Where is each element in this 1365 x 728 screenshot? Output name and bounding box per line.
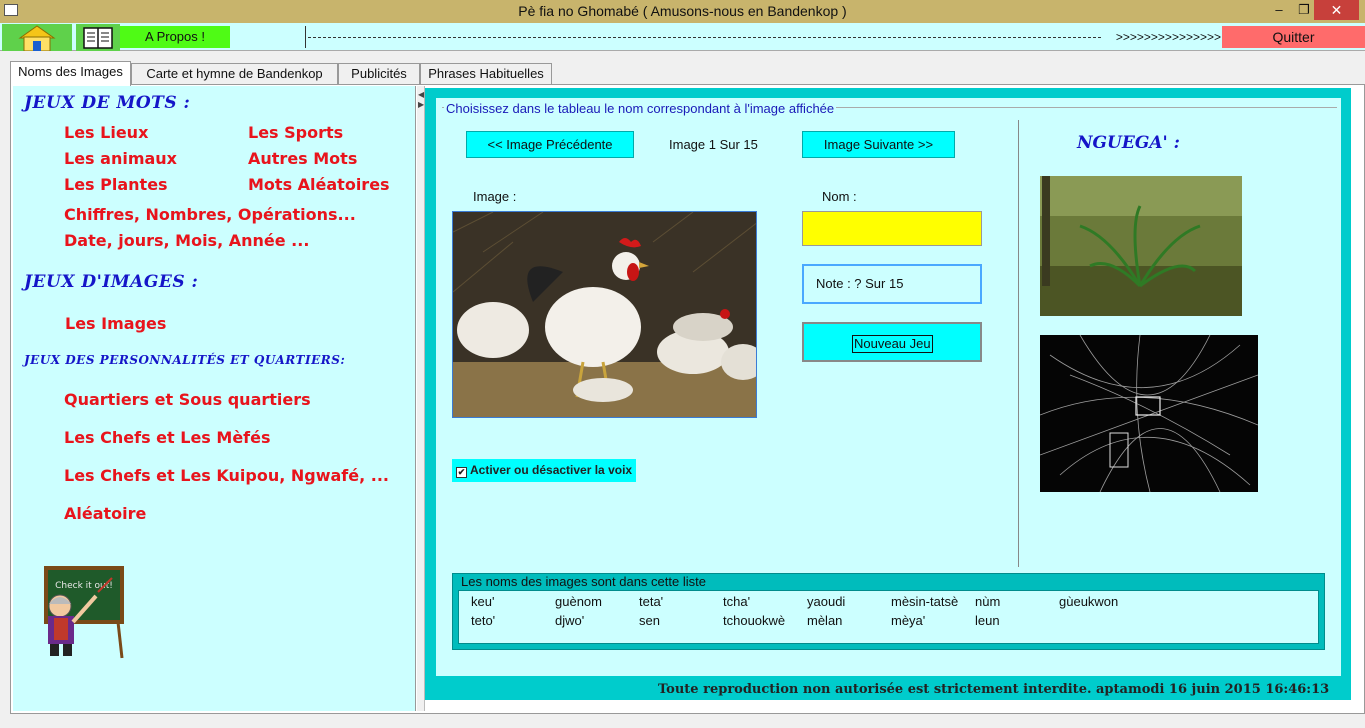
link-date[interactable]: Date, jours, Mois, Année ... — [64, 231, 309, 250]
jeux-images-heading: JEUX D'IMAGES : — [24, 272, 199, 292]
home-button[interactable] — [2, 24, 72, 52]
tab-publicites[interactable]: Publicités — [338, 63, 420, 85]
splitter-arrow-icon: ◀ — [418, 90, 425, 99]
vertical-divider — [1018, 120, 1019, 567]
image-counter: Image 1 Sur 15 — [669, 137, 758, 152]
splitter-arrow-icon: ▶ — [418, 100, 425, 109]
new-game-button[interactable]: Nouveau Jeu — [802, 322, 982, 362]
voice-toggle[interactable]: ✔ Activer ou désactiver la voix — [452, 459, 636, 482]
word-list-legend: Les noms des images sont dans cette list… — [459, 574, 708, 589]
tab-noms-images[interactable]: Noms des Images — [10, 61, 131, 86]
marquee-line — [308, 37, 1101, 38]
link-les-animaux[interactable]: Les animaux — [64, 149, 177, 168]
word-item[interactable]: guènom — [555, 594, 602, 609]
word-item[interactable]: sen — [639, 613, 660, 628]
word-item[interactable]: tchouokwè — [723, 613, 785, 628]
personnalites-heading: JEUX DES PERSONNALITÉS ET QUARTIERS: — [24, 353, 346, 367]
fern-image — [1040, 176, 1242, 316]
word-item[interactable]: gùeukwon — [1059, 594, 1118, 609]
fractal-image — [1040, 335, 1258, 492]
voice-toggle-label: Activer ou désactiver la voix — [470, 463, 633, 477]
book-button[interactable] — [76, 24, 120, 51]
link-autres-mots[interactable]: Autres Mots — [248, 149, 357, 168]
toolbar: A Propos ! >>>>>>>>>>>>>>> Quitter — [0, 23, 1365, 52]
copyright-footer: Toute reproduction non autorisée est str… — [658, 682, 1330, 697]
word-item[interactable]: nùm — [975, 594, 1000, 609]
jeux-mots-heading: JEUX DE MOTS : — [24, 93, 191, 113]
link-les-lieux[interactable]: Les Lieux — [64, 123, 148, 142]
window-title: Pè fia no Ghomabé ( Amusons-nous en Band… — [518, 3, 847, 19]
nguega-heading: NGUEGA' : — [1077, 133, 1180, 153]
title-bar: Pè fia no Ghomabé ( Amusons-nous en Band… — [0, 0, 1365, 23]
link-quartiers[interactable]: Quartiers et Sous quartiers — [64, 390, 311, 409]
score-note: Note : ? Sur 15 — [802, 264, 982, 304]
name-answer-field[interactable] — [802, 211, 982, 246]
marquee-arrows: >>>>>>>>>>>>>>> — [1115, 30, 1221, 44]
image-label: Image : — [473, 189, 517, 204]
word-item[interactable]: teto' — [471, 613, 495, 628]
new-game-label: Nouveau Jeu — [852, 335, 933, 353]
home-icon — [18, 25, 56, 52]
word-item[interactable]: tcha' — [723, 594, 750, 609]
word-item[interactable]: yaoudi — [807, 594, 845, 609]
word-item[interactable]: leun — [975, 613, 1000, 628]
link-chefs-mefes[interactable]: Les Chefs et Les Mèfés — [64, 428, 271, 447]
checkbox-check-icon[interactable]: ✔ — [456, 467, 467, 478]
minimize-button[interactable]: – — [1266, 0, 1292, 20]
book-icon — [83, 27, 113, 49]
link-chefs-kuipou[interactable]: Les Chefs et Les Kuipou, Ngwafé, ... — [64, 466, 389, 485]
link-les-images[interactable]: Les Images — [65, 314, 166, 333]
rooster-photo — [452, 211, 757, 418]
tab-phrases-habituelles[interactable]: Phrases Habituelles — [420, 63, 552, 85]
word-item[interactable]: keu' — [471, 594, 494, 609]
word-item[interactable]: mèsin-tatsè — [891, 594, 958, 609]
word-item[interactable]: mèya' — [891, 613, 925, 628]
tab-carte-hymne[interactable]: Carte et hymne de Bandenkop — [131, 63, 338, 85]
marquee-banner: >>>>>>>>>>>>>>> — [305, 26, 1223, 48]
link-aleatoire[interactable]: Aléatoire — [64, 504, 146, 523]
sidebar: JEUX DE MOTS : Les Lieux Les Sports Les … — [13, 86, 416, 711]
name-label: Nom : — [822, 189, 857, 204]
quit-button[interactable]: Quitter — [1222, 26, 1365, 48]
link-chiffres[interactable]: Chiffres, Nombres, Opérations... — [64, 205, 356, 224]
apropos-button[interactable]: A Propos ! — [120, 26, 230, 48]
link-mots-aleatoires[interactable]: Mots Aléatoires — [248, 175, 390, 194]
pane-splitter[interactable]: ◀ ▶ — [417, 86, 425, 711]
prev-image-button[interactable]: << Image Précédente — [466, 131, 634, 158]
instruction-label: Choisissez dans le tableau le nom corres… — [444, 101, 837, 116]
word-item[interactable]: djwo' — [555, 613, 584, 628]
word-item[interactable]: mèlan — [807, 613, 842, 628]
next-image-button[interactable]: Image Suivante >> — [802, 131, 955, 158]
teacher-illustration: Check it out! — [44, 566, 124, 659]
link-les-sports[interactable]: Les Sports — [248, 123, 343, 142]
link-les-plantes[interactable]: Les Plantes — [64, 175, 168, 194]
close-button[interactable]: ✕ — [1314, 0, 1359, 20]
word-item[interactable]: teta' — [639, 594, 663, 609]
